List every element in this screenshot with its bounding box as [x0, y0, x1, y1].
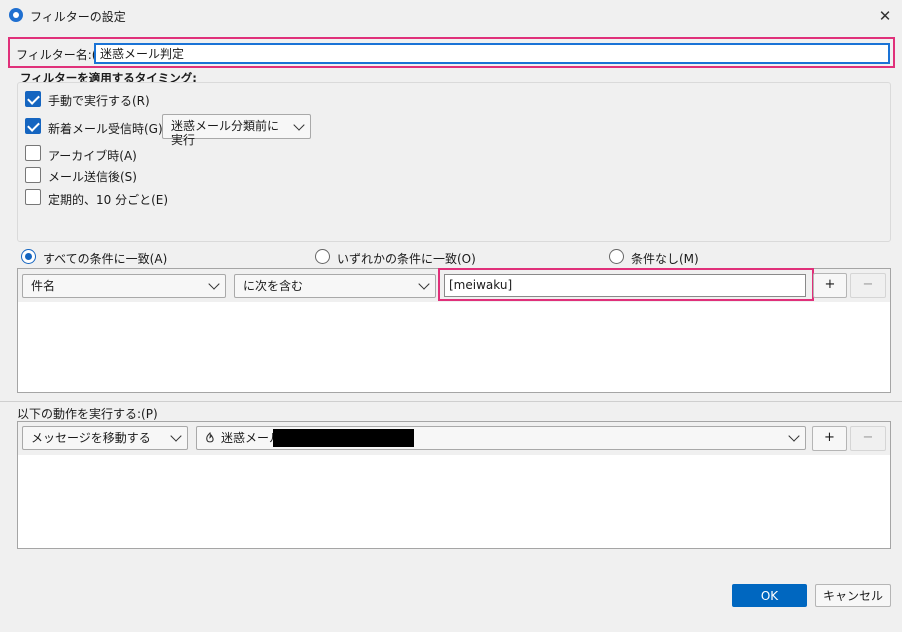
new-mail-timing-select[interactable]: 迷惑メール分類前に実行	[162, 114, 311, 147]
chevron-down-icon	[788, 430, 800, 442]
new-mail-checkbox[interactable]	[25, 118, 41, 134]
action-remove-button[interactable]: −	[850, 426, 886, 451]
spam-folder-icon	[204, 431, 216, 445]
match-none-radio[interactable]	[609, 249, 624, 264]
action-add-button[interactable]: +	[812, 426, 847, 451]
chevron-down-icon	[293, 119, 305, 131]
chevron-down-icon	[418, 278, 430, 290]
rule-operator-select[interactable]: に次を含む	[234, 274, 436, 298]
filter-name-input[interactable]: 迷惑メール判定	[94, 43, 890, 64]
filter-name-label: フィルター名:(I)	[16, 48, 105, 62]
redacted-block	[273, 429, 414, 447]
window-title: フィルターの設定	[30, 10, 126, 24]
archive-checkbox[interactable]	[25, 145, 41, 161]
periodic-checkbox[interactable]	[25, 189, 41, 205]
new-mail-label: 新着メール受信時(G):	[48, 122, 167, 136]
match-none-label: 条件なし(M)	[631, 252, 699, 266]
rule-field-select[interactable]: 件名	[22, 274, 226, 298]
periodic-label: 定期的、10 分ごと(E)	[48, 193, 169, 207]
rule-add-button[interactable]: +	[813, 273, 847, 298]
close-button[interactable]: ✕	[872, 4, 898, 28]
chevron-down-icon	[208, 278, 220, 290]
action-type-select[interactable]: メッセージを移動する	[22, 426, 188, 450]
manual-checkbox[interactable]	[25, 91, 41, 107]
match-any-label: いずれかの条件に一致(O)	[337, 252, 476, 266]
rule-field-value: 件名	[31, 279, 56, 293]
match-all-radio[interactable]	[21, 249, 36, 264]
rule-value-input[interactable]: [meiwaku]	[444, 274, 806, 297]
match-all-label: すべての条件に一致(A)	[43, 252, 168, 266]
after-send-checkbox[interactable]	[25, 167, 41, 183]
rule-remove-button[interactable]: −	[850, 273, 886, 298]
manual-label: 手動で実行する(R)	[48, 94, 150, 108]
rule-operator-value: に次を含む	[243, 279, 304, 293]
title-bar: フィルターの設定 ✕	[0, 0, 902, 32]
match-any-radio[interactable]	[315, 249, 330, 264]
chevron-down-icon	[170, 430, 182, 442]
archive-label: アーカイブ時(A)	[48, 149, 137, 163]
section-divider	[0, 401, 902, 402]
cancel-button[interactable]: キャンセル	[815, 584, 891, 607]
ok-button[interactable]: OK	[732, 584, 807, 607]
action-type-value: メッセージを移動する	[31, 431, 151, 445]
thunderbird-icon	[9, 8, 23, 22]
after-send-label: メール送信後(S)	[48, 170, 137, 184]
actions-label: 以下の動作を実行する:(P)	[17, 407, 158, 421]
target-folder-value: 迷惑メール	[221, 431, 282, 445]
